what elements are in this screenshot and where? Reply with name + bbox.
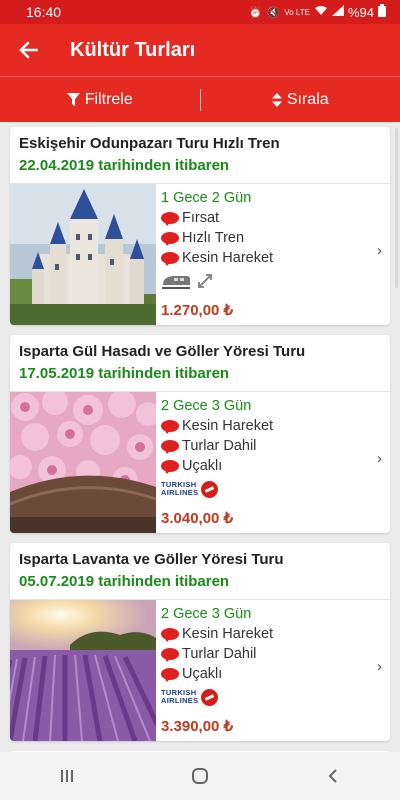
tour-feature: Kesin Hareket	[161, 624, 390, 644]
scrollbar[interactable]	[395, 128, 398, 288]
home-icon	[191, 768, 208, 784]
tour-feature: Hızlı Tren	[161, 228, 390, 248]
status-icons: ⏰ 🔇 Vo LTE %94	[249, 4, 386, 20]
tour-image-roses	[10, 392, 156, 533]
tour-duration: 2 Gece 3 Gün	[161, 606, 252, 622]
tour-feature-label: Kesin Hareket	[182, 626, 274, 642]
chevron-right-icon: ›	[377, 450, 382, 467]
filter-sort-bar: Filtrele Sırala	[0, 76, 400, 122]
tour-price: 3.040,00 ₺	[161, 510, 234, 527]
tour-details: 2 Gece 3 Gün Kesin Hareket Turlar Dahil …	[156, 600, 390, 741]
status-bar: 16:40 ⏰ 🔇 Vo LTE %94	[0, 0, 400, 24]
recent-apps-button[interactable]	[37, 768, 97, 784]
tour-title: Isparta Gül Hasadı ve Göller Yöresi Turu	[19, 343, 306, 360]
tour-duration: 2 Gece 3 Gün	[161, 398, 252, 414]
tour-card-header: Eskişehir Odunpazarı Turu Hızlı Tren 22.…	[10, 127, 390, 184]
chevron-right-icon: ›	[377, 242, 382, 259]
battery-percent: %94	[347, 4, 374, 20]
signal-icon	[331, 5, 344, 19]
tour-feature-label: Kesin Hareket	[182, 250, 274, 266]
speech-bubble-icon	[161, 459, 179, 474]
tour-card[interactable]: Isparta Gül Hasadı ve Göller Yöresi Turu…	[10, 335, 390, 533]
tour-feature: Uçaklı	[161, 664, 390, 684]
tour-feature-label: Fırsat	[182, 210, 220, 226]
tour-card[interactable]: Isparta Lavanta ve Göller Yöresi Turu 05…	[10, 543, 390, 741]
tour-feature: Kesin Hareket	[161, 416, 390, 436]
tour-date: 17.05.2019 tarihinden itibaren	[19, 365, 230, 382]
tour-card-body: 2 Gece 3 Gün Kesin Hareket Turlar Dahil …	[10, 392, 390, 533]
speech-bubble-icon	[161, 627, 179, 642]
tour-card-body: 2 Gece 3 Gün Kesin Hareket Turlar Dahil …	[10, 600, 390, 741]
speech-bubble-icon	[161, 647, 179, 662]
speech-bubble-icon	[161, 211, 179, 226]
app-bar: Kültür Turları	[0, 24, 400, 76]
transport-indicator: TURKISH AIRLINES	[161, 478, 390, 500]
airline-bird-icon	[201, 480, 219, 498]
back-button[interactable]	[0, 41, 56, 59]
airline-bird-icon	[201, 688, 219, 706]
tour-feature: Turlar Dahil	[161, 436, 390, 456]
tour-date: 05.07.2019 tarihinden itibaren	[19, 573, 230, 590]
tour-feature-label: Kesin Hareket	[182, 418, 274, 434]
tour-card-header: Isparta Gül Hasadı ve Göller Yöresi Turu…	[10, 335, 390, 392]
speech-bubble-icon	[161, 439, 179, 454]
speech-bubble-icon	[161, 231, 179, 246]
transport-indicator: TURKISH AIRLINES	[161, 686, 390, 708]
chevron-right-icon: ›	[377, 658, 382, 675]
tour-list[interactable]: Eskişehir Odunpazarı Turu Hızlı Tren 22.…	[0, 122, 400, 752]
tour-feature: Uçaklı	[161, 456, 390, 476]
turkish-airlines-logo: TURKISH AIRLINES	[161, 688, 219, 706]
tour-date: 22.04.2019 tarihinden itibaren	[19, 157, 230, 174]
tour-feature-label: Hızlı Tren	[182, 230, 245, 246]
round-trip-icon	[198, 274, 212, 288]
tour-details: 2 Gece 3 Gün Kesin Hareket Turlar Dahil …	[156, 392, 390, 533]
arrow-left-icon	[19, 41, 38, 59]
tour-title: Eskişehir Odunpazarı Turu Hızlı Tren	[19, 135, 280, 152]
tour-card[interactable]: Eskişehir Odunpazarı Turu Hızlı Tren 22.…	[10, 127, 390, 325]
transport-indicator	[161, 270, 390, 292]
page-title: Kültür Turları	[70, 38, 196, 61]
tour-duration: 1 Gece 2 Gün	[161, 190, 252, 206]
turkish-airlines-logo: TURKISH AIRLINES	[161, 480, 219, 498]
tour-image-castle	[10, 184, 156, 325]
tour-title: Isparta Lavanta ve Göller Yöresi Turu	[19, 551, 284, 568]
tour-feature: Kesin Hareket	[161, 248, 390, 268]
status-time: 16:40	[26, 4, 62, 20]
tour-details: 1 Gece 2 Gün Fırsat Hızlı Tren Kesin Har…	[156, 184, 390, 325]
tour-feature-label: Turlar Dahil	[182, 438, 257, 454]
tour-card-body: 1 Gece 2 Gün Fırsat Hızlı Tren Kesin Har…	[10, 184, 390, 325]
sort-icon	[271, 92, 282, 107]
speech-bubble-icon	[161, 419, 179, 434]
mute-icon: 🔇	[266, 6, 281, 19]
network-type: Vo LTE	[284, 7, 310, 17]
home-button[interactable]	[170, 767, 230, 785]
system-back-button[interactable]	[303, 768, 363, 784]
tour-price: 1.270,00 ₺	[161, 302, 234, 319]
train-icon	[162, 276, 190, 289]
tour-card-header: Isparta Lavanta ve Göller Yöresi Turu 05…	[10, 543, 390, 600]
filter-icon	[66, 93, 80, 106]
tour-feature-label: Turlar Dahil	[182, 646, 257, 662]
speech-bubble-icon	[161, 251, 179, 266]
sort-button[interactable]: Sırala	[201, 91, 400, 109]
tour-image-lavender	[10, 600, 156, 741]
wifi-icon	[314, 5, 328, 19]
chevron-left-icon	[328, 769, 338, 783]
recent-apps-icon	[60, 770, 73, 782]
tour-price: 3.390,00 ₺	[161, 718, 234, 735]
system-nav-bar	[0, 752, 400, 800]
tour-feature: Turlar Dahil	[161, 644, 390, 664]
speech-bubble-icon	[161, 667, 179, 682]
filter-button[interactable]: Filtrele	[0, 91, 200, 109]
tour-feature-label: Uçaklı	[182, 458, 223, 474]
sort-label: Sırala	[286, 90, 329, 108]
filter-label: Filtrele	[84, 90, 133, 108]
tour-feature: Fırsat	[161, 208, 390, 228]
battery-icon	[378, 4, 386, 20]
alarm-icon: ⏰	[248, 6, 263, 19]
tour-feature-label: Uçaklı	[182, 666, 223, 682]
